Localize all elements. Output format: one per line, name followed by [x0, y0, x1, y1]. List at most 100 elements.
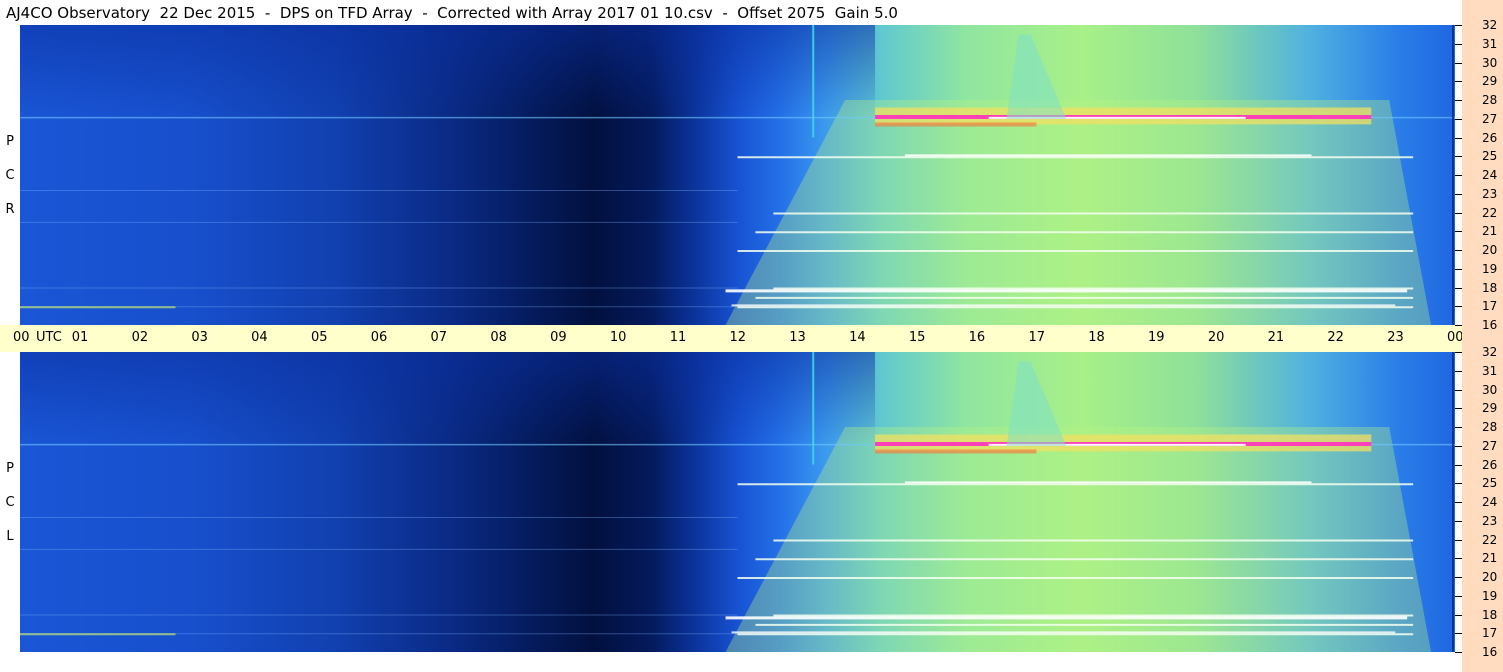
frequency-tick-label: 27 [1482, 438, 1498, 453]
frequency-tick-label: 18 [1482, 607, 1498, 622]
frequency-tick-mark [1455, 287, 1462, 289]
frequency-tick-mark [1455, 156, 1462, 158]
persistent-signal-line [755, 231, 1414, 234]
frequency-tick-label: 24 [1482, 168, 1498, 182]
utc-tick-label: 21 [1267, 330, 1285, 345]
frequency-tick-mark [1455, 250, 1462, 251]
utc-tick-label: 17 [1028, 330, 1045, 345]
frequency-tick-label: 28 [1482, 420, 1498, 434]
frequency-tick-label: 21 [1482, 224, 1498, 239]
frequency-tick-mark [1455, 389, 1462, 391]
frequency-tick-mark [1455, 325, 1462, 326]
rcp-spectrogram-svg [20, 25, 1455, 325]
frequency-tick-label: 32 [1482, 345, 1498, 359]
low-band-signal [731, 304, 1396, 307]
frequency-tick-mark [1455, 62, 1462, 64]
low-band-signal [731, 631, 1396, 634]
persistent-signal-line [737, 633, 1414, 636]
frequency-tick-label: 18 [1482, 280, 1498, 295]
lcp-spectrogram-svg [20, 352, 1455, 652]
frequency-tick-label: 17 [1482, 299, 1498, 314]
frequency-tick-mark [1455, 212, 1462, 214]
frequency-tick-mark [1455, 502, 1462, 503]
frequency-tick-label: 29 [1482, 401, 1498, 416]
frequency-tick-mark [1455, 445, 1462, 447]
frequency-tick-mark [1455, 539, 1462, 541]
utc-tick-label: 11 [669, 330, 687, 345]
rfi-band-lower [875, 449, 1037, 454]
frequency-tick-mark [1455, 306, 1462, 308]
frequency-tick-label: 24 [1482, 495, 1498, 509]
utc-tick-label: 05 [310, 330, 328, 345]
utc-tick-label: 14 [849, 330, 866, 345]
utc-tick-label: 19 [1148, 330, 1165, 345]
chart-title: AJ4CO Observatory 22 Dec 2015 - DPS on T… [6, 4, 898, 22]
utc-tick-label: 10 [609, 330, 627, 345]
frequency-tick-label: 32 [1482, 18, 1498, 32]
utc-tick-label: 22 [1327, 330, 1344, 345]
signal-line-25mhz [904, 481, 1312, 484]
persistent-signal-line [755, 623, 1414, 626]
frequency-tick-mark [1455, 193, 1462, 195]
frequency-tick-label: 17 [1482, 626, 1498, 641]
frequency-tick-mark [1455, 268, 1462, 270]
frequency-tick-label: 29 [1482, 74, 1498, 89]
frequency-tick-label: 26 [1482, 130, 1498, 145]
utc-tick-label: 08 [490, 330, 507, 345]
frequency-tick-label: 19 [1482, 588, 1498, 603]
interference-vertical-line [812, 25, 815, 138]
frequency-tick-label: 28 [1482, 93, 1498, 107]
frequency-tick-label: 16 [1482, 645, 1498, 659]
persistent-signal-line [737, 156, 1414, 159]
utc-tick-label: 16 [968, 330, 986, 345]
frequency-tick-mark [1455, 464, 1462, 466]
utc-tick-label: 15 [908, 330, 926, 345]
frequency-tick-label: 22 [1482, 532, 1498, 547]
utc-tick-label: 00 [13, 330, 30, 345]
frequency-tick-label: 30 [1482, 382, 1498, 397]
bottom-pol-letter-2: C [5, 495, 15, 510]
frequency-tick-mark [1455, 81, 1462, 83]
frequency-tick-label: 30 [1482, 55, 1498, 70]
frequency-tick-label: 23 [1482, 513, 1498, 528]
persistent-signal-line [737, 250, 1414, 252]
frequency-tick-label: 27 [1482, 111, 1498, 126]
frequency-tick-mark [1455, 175, 1462, 176]
frequency-tick-label: 31 [1482, 36, 1498, 51]
frequency-tick-mark [1455, 25, 1462, 26]
frequency-tick-mark [1455, 633, 1462, 635]
early-signal-line [20, 633, 176, 636]
top-pol-letter-3: R [5, 202, 15, 217]
signal-line-25mhz [904, 154, 1312, 157]
right-edge-line [1452, 352, 1455, 652]
bottom-pol-letter-3: L [6, 529, 14, 544]
frequency-tick-label: 25 [1482, 476, 1498, 491]
utc-tick-label: 04 [251, 330, 268, 345]
persistent-signal-line [773, 614, 1414, 617]
frequency-tick-label: 26 [1482, 457, 1498, 472]
interference-vertical-line [812, 352, 815, 465]
utc-tick-label: 03 [191, 330, 208, 345]
rcp-spectrogram [20, 25, 1455, 325]
utc-tick-label: 09 [550, 330, 567, 345]
early-signal-line [20, 306, 176, 309]
persistent-signal-line [755, 558, 1414, 561]
frequency-tick-mark [1455, 370, 1462, 372]
frequency-tick-mark [1455, 652, 1462, 653]
frequency-tick-label: 20 [1482, 570, 1498, 584]
frequency-tick-label: 20 [1482, 243, 1498, 257]
frequency-tick-mark [1455, 614, 1462, 616]
utc-tick-label: 02 [131, 330, 149, 345]
utc-tick-label: 07 [430, 330, 448, 345]
utc-tick-label: 18 [1088, 330, 1105, 345]
rfi-band-lower [875, 122, 1037, 127]
persistent-signal-line [737, 483, 1414, 486]
lcp-spectrogram [20, 352, 1455, 652]
frequency-tick-label: 22 [1482, 205, 1498, 220]
utc-tick-label: 06 [370, 330, 388, 345]
low-band-signal [725, 289, 1408, 293]
frequency-tick-mark [1455, 483, 1462, 485]
faint-signal-line [20, 221, 738, 223]
frequency-tick-mark [1455, 408, 1462, 410]
frequency-tick-mark [1455, 43, 1462, 45]
